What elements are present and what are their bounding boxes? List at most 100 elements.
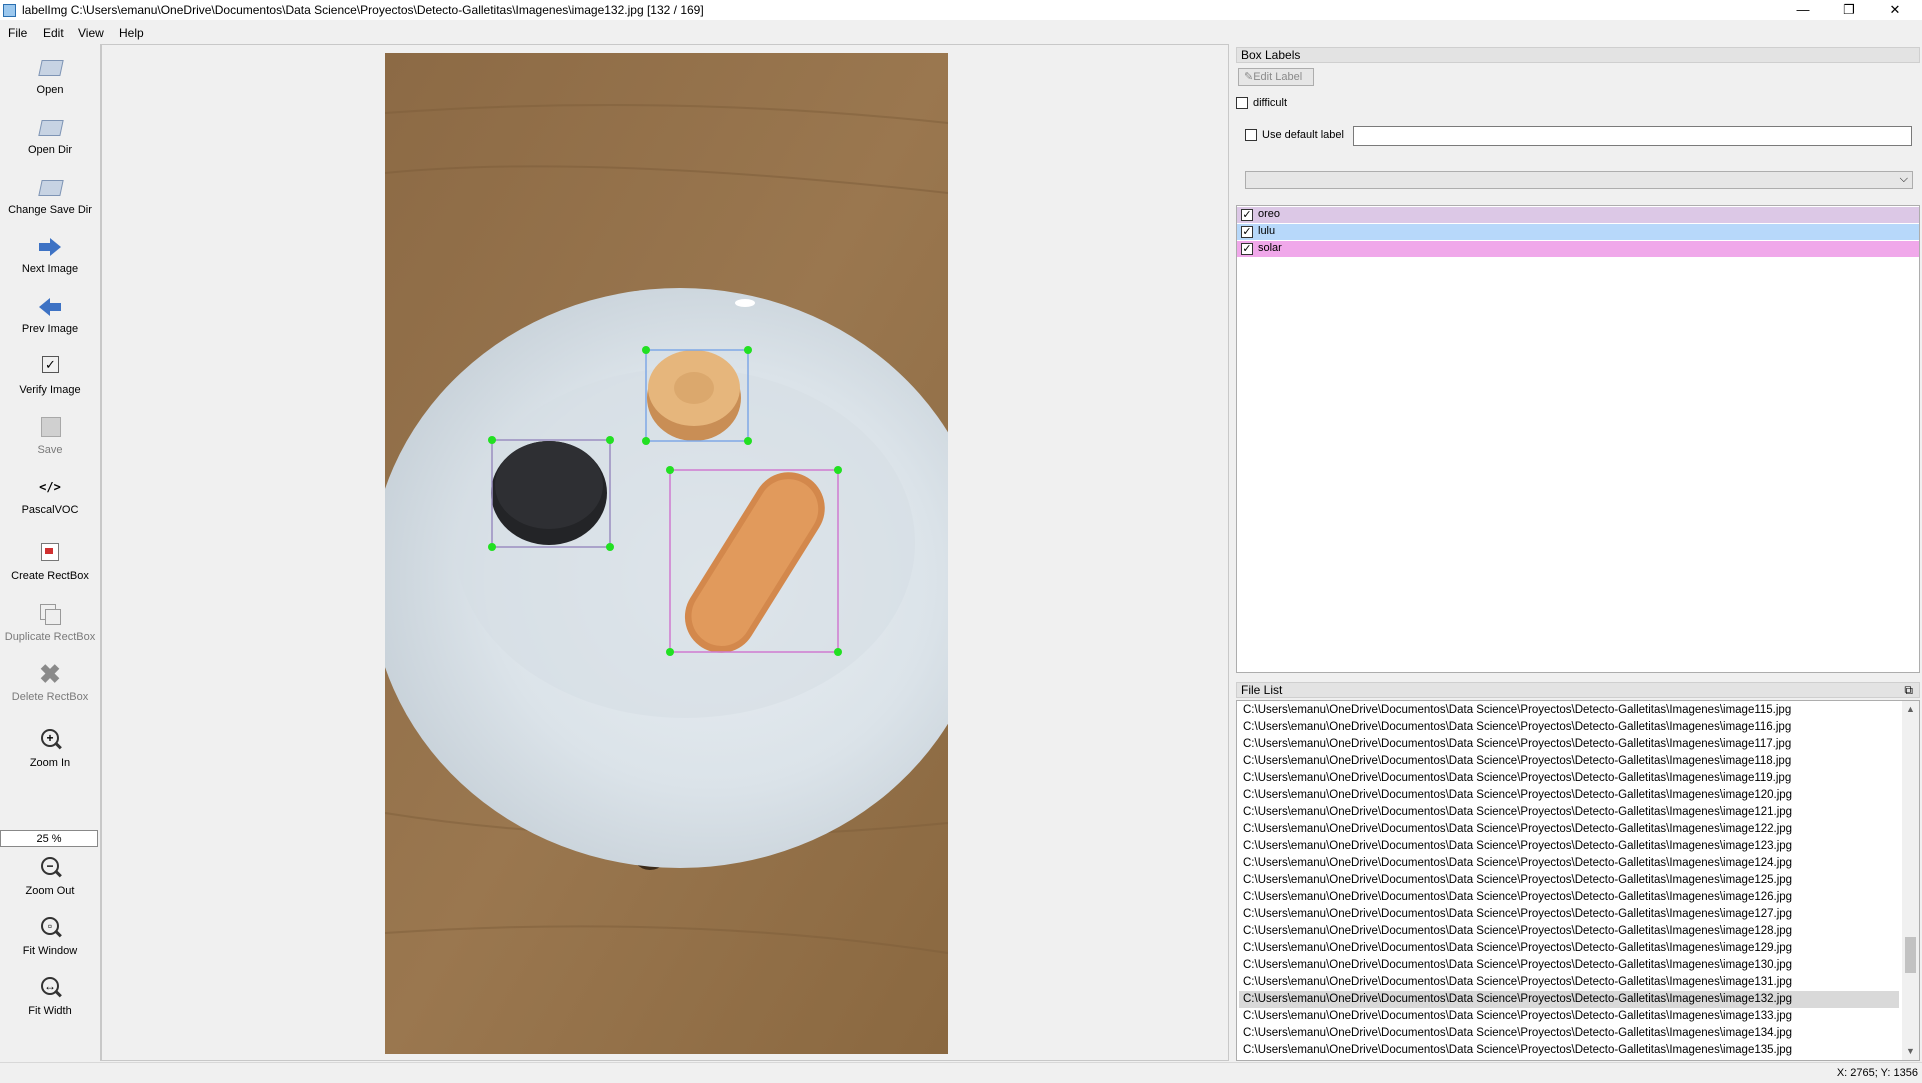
edit-label-button[interactable]: ✎Edit Label	[1238, 68, 1314, 86]
handle-lulu-br[interactable]	[744, 437, 752, 445]
file-list-item[interactable]: C:\Users\emanu\OneDrive\Documentos\Data …	[1239, 889, 1899, 906]
prev-image-button[interactable]: Prev Image	[0, 293, 100, 335]
file-list-item[interactable]: C:\Users\emanu\OneDrive\Documentos\Data …	[1239, 1025, 1899, 1042]
format-button[interactable]: </> PascalVOC	[0, 474, 100, 516]
oreo-cookie-top	[495, 441, 603, 529]
arrow-left-icon	[35, 293, 65, 319]
annotated-photo[interactable]	[385, 53, 948, 1054]
default-label-input[interactable]	[1353, 126, 1912, 146]
file-list[interactable]: C:\Users\emanu\OneDrive\Documentos\Data …	[1236, 700, 1920, 1061]
next-image-button[interactable]: Next Image	[0, 233, 100, 275]
file-list-scrollbar[interactable]: ▲ ▼	[1902, 701, 1919, 1060]
close-button[interactable]: ✕	[1872, 0, 1918, 20]
scroll-up-icon[interactable]: ▲	[1902, 701, 1919, 718]
handle-solar-tr[interactable]	[834, 466, 842, 474]
difficult-label: difficult	[1253, 97, 1288, 109]
change-save-dir-label: Change Save Dir	[8, 204, 92, 216]
file-list-item[interactable]: C:\Users\emanu\OneDrive\Documentos\Data …	[1239, 702, 1899, 719]
file-list-item[interactable]: C:\Users\emanu\OneDrive\Documentos\Data …	[1239, 736, 1899, 753]
menu-edit[interactable]: Edit	[43, 26, 64, 40]
prev-image-label: Prev Image	[21, 323, 79, 335]
label-item-oreo[interactable]: ✓ oreo	[1237, 207, 1919, 223]
delete-x-icon: ✖	[39, 659, 61, 689]
zoom-in-button[interactable]: + Zoom In	[0, 727, 100, 769]
delete-rectbox-button[interactable]: ✖ Delete RectBox	[0, 661, 100, 703]
label-list[interactable]: ✓ oreo ✓ lulu ✓ solar	[1236, 205, 1920, 673]
handle-oreo-tl[interactable]	[488, 436, 496, 444]
save-label: Save	[37, 444, 63, 456]
file-list-item[interactable]: C:\Users\emanu\OneDrive\Documentos\Data …	[1239, 719, 1899, 736]
handle-oreo-bl[interactable]	[488, 543, 496, 551]
label-visible-checkbox[interactable]: ✓	[1241, 243, 1253, 255]
minimize-button[interactable]: —	[1780, 0, 1826, 20]
file-list-item[interactable]: C:\Users\emanu\OneDrive\Documentos\Data …	[1239, 821, 1899, 838]
scroll-thumb[interactable]	[1905, 937, 1916, 973]
pencil-icon: ✎	[1244, 71, 1254, 83]
handle-lulu-bl[interactable]	[642, 437, 650, 445]
file-list-item[interactable]: C:\Users\emanu\OneDrive\Documentos\Data …	[1239, 838, 1899, 855]
handle-solar-bl[interactable]	[666, 648, 674, 656]
menu-file[interactable]: File	[8, 26, 27, 40]
change-save-dir-icon	[35, 174, 65, 200]
handle-oreo-tr[interactable]	[606, 436, 614, 444]
duplicate-rectbox-button[interactable]: Duplicate RectBox	[0, 601, 100, 643]
label-item-lulu[interactable]: ✓ lulu	[1237, 224, 1919, 240]
float-dock-icon[interactable]: ⧉	[1904, 683, 1913, 697]
handle-solar-tl[interactable]	[666, 466, 674, 474]
open-button[interactable]: Open	[0, 54, 100, 96]
open-folder-icon	[35, 54, 65, 80]
scroll-down-icon[interactable]: ▼	[1902, 1043, 1919, 1060]
menu-help[interactable]: Help	[119, 26, 144, 40]
file-list-item[interactable]: C:\Users\emanu\OneDrive\Documentos\Data …	[1239, 940, 1899, 957]
label-item-text: lulu	[1258, 225, 1276, 237]
file-list-title: File List ⧉	[1236, 682, 1920, 698]
checkbox-icon	[35, 354, 65, 380]
file-list-item[interactable]: C:\Users\emanu\OneDrive\Documentos\Data …	[1239, 923, 1899, 940]
save-button[interactable]: Save	[0, 414, 100, 456]
file-list-item[interactable]: C:\Users\emanu\OneDrive\Documentos\Data …	[1239, 974, 1899, 991]
handle-lulu-tr[interactable]	[744, 346, 752, 354]
file-list-item[interactable]: C:\Users\emanu\OneDrive\Documentos\Data …	[1239, 1008, 1899, 1025]
fit-window-button[interactable]: ▫ Fit Window	[0, 915, 100, 957]
chevron-down-icon: ⌵	[1899, 173, 1908, 185]
file-list-item[interactable]: C:\Users\emanu\OneDrive\Documentos\Data …	[1239, 1042, 1899, 1059]
zoom-in-label: Zoom In	[29, 757, 71, 769]
delete-rectbox-label: Delete RectBox	[11, 691, 89, 703]
arrow-right-icon	[35, 233, 65, 259]
next-image-label: Next Image	[21, 263, 79, 275]
file-list-item[interactable]: C:\Users\emanu\OneDrive\Documentos\Data …	[1239, 804, 1899, 821]
file-list-item[interactable]: C:\Users\emanu\OneDrive\Documentos\Data …	[1239, 872, 1899, 889]
fit-window-icon: ▫	[35, 915, 65, 941]
change-save-dir-button[interactable]: Change Save Dir	[0, 174, 100, 216]
file-list-item[interactable]: C:\Users\emanu\OneDrive\Documentos\Data …	[1239, 855, 1899, 872]
label-item-solar[interactable]: ✓ solar	[1237, 241, 1919, 257]
file-list-item[interactable]: C:\Users\emanu\OneDrive\Documentos\Data …	[1239, 770, 1899, 787]
zoom-spinbox[interactable]: 25 %	[0, 830, 98, 847]
zoom-out-button[interactable]: − Zoom Out	[0, 855, 100, 897]
label-visible-checkbox[interactable]: ✓	[1241, 209, 1253, 221]
duplicate-icon	[35, 601, 65, 627]
handle-lulu-tl[interactable]	[642, 346, 650, 354]
menu-view[interactable]: View	[78, 26, 104, 40]
file-list-item[interactable]: C:\Users\emanu\OneDrive\Documentos\Data …	[1239, 753, 1899, 770]
handle-oreo-br[interactable]	[606, 543, 614, 551]
handle-solar-br[interactable]	[834, 648, 842, 656]
fit-window-label: Fit Window	[22, 945, 78, 957]
file-list-item[interactable]: C:\Users\emanu\OneDrive\Documentos\Data …	[1239, 991, 1899, 1008]
fit-width-button[interactable]: ↔ Fit Width	[0, 975, 100, 1017]
restore-button[interactable]: ❐	[1826, 0, 1872, 20]
zoom-in-icon: +	[35, 727, 65, 753]
file-list-item[interactable]: C:\Users\emanu\OneDrive\Documentos\Data …	[1239, 906, 1899, 923]
open-dir-button[interactable]: Open Dir	[0, 114, 100, 156]
label-visible-checkbox[interactable]: ✓	[1241, 226, 1253, 238]
image-canvas[interactable]	[101, 44, 1229, 1061]
use-default-label-checkbox[interactable]	[1245, 129, 1257, 141]
file-list-item[interactable]: C:\Users\emanu\OneDrive\Documentos\Data …	[1239, 787, 1899, 804]
fit-width-icon: ↔	[35, 975, 65, 1001]
open-label: Open	[36, 84, 64, 96]
difficult-checkbox[interactable]	[1236, 97, 1248, 109]
verify-image-button[interactable]: Verify Image	[0, 354, 100, 396]
create-rectbox-button[interactable]: Create RectBox	[0, 540, 100, 582]
file-list-item[interactable]: C:\Users\emanu\OneDrive\Documentos\Data …	[1239, 957, 1899, 974]
label-combo[interactable]: ⌵	[1245, 171, 1913, 189]
